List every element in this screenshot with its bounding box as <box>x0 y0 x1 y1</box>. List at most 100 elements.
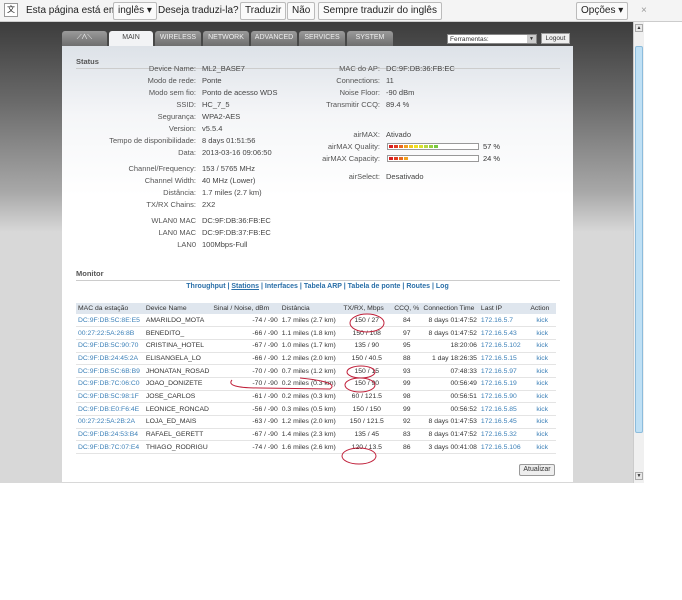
refresh-button[interactable]: Atualizar <box>519 464 555 476</box>
table-row: DC:9F:DB:7C:06:C0 JOAO_DONIZETE -70 / -90 0… <box>76 377 556 391</box>
kick-link[interactable]: kick <box>528 402 556 416</box>
distance: 0.2 miles (0.3 km) <box>279 390 342 404</box>
kick-link[interactable]: kick <box>528 377 556 391</box>
status-row: LAN0 100Mbps-Full <box>72 240 247 250</box>
tab-system[interactable]: SYSTEM <box>347 31 393 46</box>
last-ip-link[interactable]: 172.16.5.32 <box>478 428 529 442</box>
monitor-link-tabela-arp[interactable]: Tabela ARP <box>304 283 342 290</box>
column-header[interactable]: Action <box>528 303 556 314</box>
kick-link[interactable]: kick <box>528 364 556 378</box>
table-row: DC:9F:DB:5C:98:1F JOSE_CARLOS -61 / -90 0.2… <box>76 390 556 404</box>
translate-button[interactable]: Traduzir <box>240 2 287 20</box>
column-header[interactable]: Distância <box>279 303 342 314</box>
station-mac-link[interactable]: DC:9F:DB:5C:90:70 <box>76 339 144 353</box>
ccq: 99 <box>392 402 422 416</box>
kick-link[interactable]: kick <box>528 339 556 353</box>
status-value: DC:9F:DB:36:FB:EC <box>202 216 271 225</box>
column-header[interactable]: CCQ, % <box>392 303 422 314</box>
tab-main[interactable]: MAIN <box>109 31 153 46</box>
monitor-link-stations[interactable]: Stations <box>231 283 259 290</box>
station-mac-link[interactable]: DC:9F:DB:5C:6B:B9 <box>76 364 144 378</box>
bar-segment <box>414 145 418 148</box>
monitor-link-routes[interactable]: Routes <box>406 283 430 290</box>
scroll-up-icon[interactable]: ▲ <box>635 24 643 32</box>
last-ip-link[interactable]: 172.16.5.85 <box>478 402 529 416</box>
status-row: Connections: 11 <box>312 76 394 86</box>
last-ip-link[interactable]: 172.16.5.7 <box>478 314 529 328</box>
kick-link[interactable]: kick <box>528 314 556 328</box>
txrx-rate: 135 / 45 <box>341 428 393 442</box>
kick-link[interactable]: kick <box>528 390 556 404</box>
last-ip-link[interactable]: 172.16.5.106 <box>478 440 529 455</box>
station-mac-link[interactable]: DC:9F:DB:5C:8E:E5 <box>76 314 144 328</box>
monitor-link-interfaces[interactable]: Interfaces <box>265 283 298 290</box>
status-value: 2013-03-16 09:06:50 <box>202 148 272 157</box>
last-ip-link[interactable]: 172.16.5.15 <box>478 352 529 366</box>
status-row: Data: 2013-03-16 09:06:50 <box>72 148 272 158</box>
column-header[interactable]: Device Name <box>143 303 212 314</box>
monitor-link-log[interactable]: Log <box>436 283 449 290</box>
ccq: 97 <box>392 326 422 340</box>
device-name: CRISTINA_HOTEL <box>143 339 212 353</box>
translate-bar: 文 Esta página está em inglês ▾ Deseja tr… <box>0 0 682 22</box>
status-row: Device Name: ML2_BASE7 <box>72 64 245 74</box>
always-translate-button[interactable]: Sempre traduzir do inglês <box>318 2 442 20</box>
airmax-capacity-value: 24 % <box>483 154 501 163</box>
kick-link[interactable]: kick <box>528 440 556 455</box>
status-row: Channel/Frequency: 153 / 5765 MHz <box>72 164 255 174</box>
status-row: Noise Floor: -90 dBm <box>312 88 415 98</box>
station-mac-link[interactable]: DC:9F:DB:5C:98:1F <box>76 390 144 404</box>
kick-link[interactable]: kick <box>528 415 556 429</box>
station-mac-link[interactable]: DC:9F:DB:24:53:B4 <box>76 428 144 442</box>
last-ip-link[interactable]: 172.16.5.45 <box>478 415 529 429</box>
main-tabs: ⟋⋀⟍ MAIN WIRELESS NETWORK ADVANCED SERVI… <box>62 31 393 46</box>
last-ip-link[interactable]: 172.16.5.43 <box>478 326 529 340</box>
station-mac-link[interactable]: 00:27:22:5A:26:8B <box>76 326 144 340</box>
tab-wireless[interactable]: WIRELESS <box>155 31 201 46</box>
connection-time: 8 days 01:47:52 <box>421 428 479 442</box>
tab-advanced[interactable]: ADVANCED <box>251 31 297 46</box>
txrx-rate: 150 / 108 <box>341 326 393 340</box>
kick-link[interactable]: kick <box>528 352 556 366</box>
column-header[interactable]: TX/RX, Mbps <box>341 303 393 314</box>
ubiquiti-logo-tab[interactable]: ⟋⋀⟍ <box>62 31 107 46</box>
options-button[interactable]: Opções ▾ <box>576 2 629 20</box>
status-value: DC:9F:DB:36:FB:EC <box>386 64 455 73</box>
scroll-down-icon[interactable]: ▼ <box>635 472 643 480</box>
signal-noise: -67 / -90 <box>211 339 280 353</box>
station-mac-link[interactable]: DC:9F:DB:7C:06:C0 <box>76 377 144 391</box>
station-mac-link[interactable]: DC:9F:DB:24:45:2A <box>76 352 144 366</box>
tools-select[interactable]: Ferramentas: ▼ <box>447 34 537 44</box>
station-mac-link[interactable]: DC:9F:DB:7C:07:E4 <box>76 440 144 455</box>
status-label: LAN0 MAC <box>158 228 196 237</box>
no-button[interactable]: Não <box>287 2 316 20</box>
kick-link[interactable]: kick <box>528 326 556 340</box>
connection-time: 8 days 01:47:52 <box>421 314 479 328</box>
txrx-rate: 135 / 90 <box>341 339 393 353</box>
last-ip-link[interactable]: 172.16.5.19 <box>478 377 529 391</box>
monitor-link-tabela-de-ponte[interactable]: Tabela de ponte <box>348 283 401 290</box>
logout-button[interactable]: Logout <box>541 33 570 44</box>
bar-segment <box>404 145 408 148</box>
scrollbar[interactable]: ▲ ▼ <box>633 22 644 483</box>
station-mac-link[interactable]: 00:27:22:5A:2B:2A <box>76 415 144 429</box>
signal-noise: -63 / -90 <box>211 415 280 429</box>
column-header[interactable]: MAC da estação <box>76 303 144 314</box>
close-icon[interactable]: × <box>641 5 647 16</box>
monitor-link-throughput[interactable]: Throughput <box>186 283 225 290</box>
language-select[interactable]: inglês ▾ <box>113 2 157 20</box>
status-label: airMAX: <box>353 130 380 139</box>
tab-network[interactable]: NETWORK <box>203 31 249 46</box>
station-mac-link[interactable]: DC:9F:DB:E0:F6:4E <box>76 402 144 416</box>
tab-services[interactable]: SERVICES <box>299 31 345 46</box>
bar-segment <box>394 145 398 148</box>
status-label: Modo de rede: <box>147 76 196 85</box>
last-ip-link[interactable]: 172.16.5.102 <box>478 339 529 353</box>
scrollbar-thumb[interactable] <box>635 46 643 433</box>
last-ip-link[interactable]: 172.16.5.97 <box>478 364 529 378</box>
column-header[interactable]: Sinal / Noise, dBm <box>211 303 280 314</box>
column-header[interactable]: Connection Time <box>421 303 479 314</box>
kick-link[interactable]: kick <box>528 428 556 442</box>
column-header[interactable]: Last IP <box>478 303 529 314</box>
last-ip-link[interactable]: 172.16.5.90 <box>478 390 529 404</box>
